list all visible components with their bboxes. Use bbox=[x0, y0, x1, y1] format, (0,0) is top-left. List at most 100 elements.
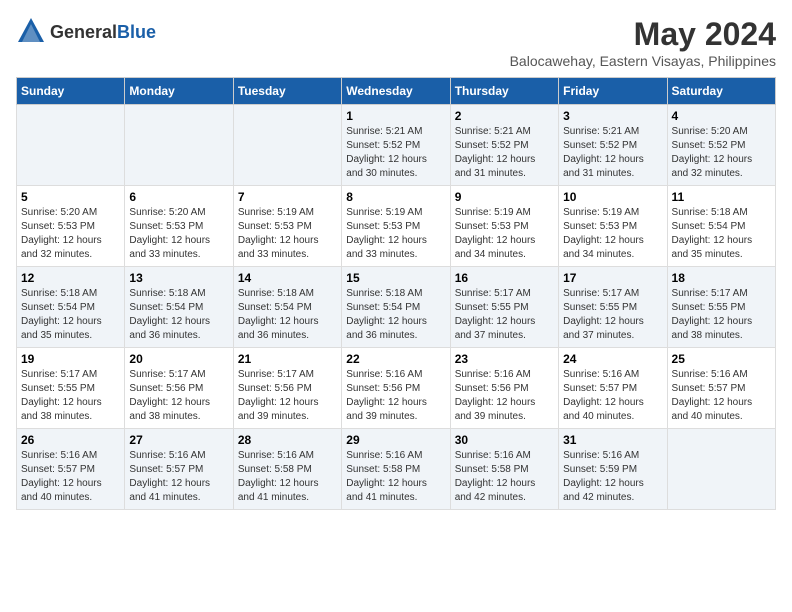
day-cell: 5 Sunrise: 5:20 AMSunset: 5:53 PMDaylight… bbox=[17, 186, 125, 267]
day-cell: 14 Sunrise: 5:18 AMSunset: 5:54 PMDayligh… bbox=[233, 267, 341, 348]
day-cell: 2 Sunrise: 5:21 AMSunset: 5:52 PMDaylight… bbox=[450, 105, 558, 186]
day-number: 31 bbox=[563, 433, 662, 447]
day-number: 16 bbox=[455, 271, 554, 285]
col-header-sunday: Sunday bbox=[17, 78, 125, 105]
day-number: 26 bbox=[21, 433, 120, 447]
day-cell: 17Sunrise: 5:17 AMSunset: 5:55 PMDayligh… bbox=[559, 267, 667, 348]
day-number: 30 bbox=[455, 433, 554, 447]
day-cell: 6Sunrise: 5:20 AMSunset: 5:53 PMDaylight… bbox=[125, 186, 233, 267]
day-number: 9 bbox=[455, 190, 554, 204]
day-number: 23 bbox=[455, 352, 554, 366]
day-info: Sunrise: 5:21 AMSunset: 5:52 PMDaylight:… bbox=[346, 126, 427, 179]
day-cell: 25 Sunrise: 5:16 AMSunset: 5:57 PMDayligh… bbox=[667, 348, 775, 429]
day-cell: 31 Sunrise: 5:16 AMSunset: 5:59 PMDayligh… bbox=[559, 429, 667, 510]
day-cell bbox=[17, 105, 125, 186]
day-cell: 28 Sunrise: 5:16 AMSunset: 5:58 PMDayligh… bbox=[233, 429, 341, 510]
subtitle: Balocawehay, Eastern Visayas, Philippine… bbox=[510, 53, 776, 69]
day-info: Sunrise: 5:19 AMSunset: 5:53 PMDaylight:… bbox=[455, 207, 536, 260]
day-info: Sunrise: 5:18 AMSunset: 5:54 PMDaylight:… bbox=[346, 288, 427, 341]
week-row-4: 19Sunrise: 5:17 AMSunset: 5:55 PMDayligh… bbox=[17, 348, 776, 429]
day-cell bbox=[125, 105, 233, 186]
header-row: SundayMondayTuesdayWednesdayThursdayFrid… bbox=[17, 78, 776, 105]
col-header-saturday: Saturday bbox=[667, 78, 775, 105]
day-cell: 12 Sunrise: 5:18 AMSunset: 5:54 PMDayligh… bbox=[17, 267, 125, 348]
day-cell: 23 Sunrise: 5:16 AMSunset: 5:56 PMDayligh… bbox=[450, 348, 558, 429]
day-cell: 11 Sunrise: 5:18 AMSunset: 5:54 PMDayligh… bbox=[667, 186, 775, 267]
day-info: Sunrise: 5:16 AMSunset: 5:57 PMDaylight:… bbox=[129, 450, 210, 503]
day-info: Sunrise: 5:21 AMSunset: 5:52 PMDaylight:… bbox=[563, 126, 644, 179]
col-header-friday: Friday bbox=[559, 78, 667, 105]
day-info: Sunrise: 5:19 AMSunset: 5:53 PMDaylight:… bbox=[238, 207, 319, 260]
day-info: Sunrise: 5:16 AMSunset: 5:57 PMDaylight:… bbox=[21, 450, 102, 503]
day-info: Sunrise: 5:16 AMSunset: 5:56 PMDaylight:… bbox=[346, 369, 427, 422]
day-number: 14 bbox=[238, 271, 337, 285]
logo: GeneralBlue bbox=[16, 16, 156, 49]
col-header-tuesday: Tuesday bbox=[233, 78, 341, 105]
day-info: Sunrise: 5:17 AMSunset: 5:56 PMDaylight:… bbox=[129, 369, 210, 422]
day-number: 20 bbox=[129, 352, 228, 366]
calendar-table: SundayMondayTuesdayWednesdayThursdayFrid… bbox=[16, 77, 776, 510]
day-number: 2 bbox=[455, 109, 554, 123]
day-info: Sunrise: 5:16 AMSunset: 5:58 PMDaylight:… bbox=[238, 450, 319, 503]
day-cell bbox=[233, 105, 341, 186]
day-number: 12 bbox=[21, 271, 120, 285]
title-block: May 2024 Balocawehay, Eastern Visayas, P… bbox=[510, 16, 776, 69]
day-cell bbox=[667, 429, 775, 510]
day-cell: 9 Sunrise: 5:19 AMSunset: 5:53 PMDaylight… bbox=[450, 186, 558, 267]
logo-general: General bbox=[50, 22, 117, 42]
day-info: Sunrise: 5:17 AMSunset: 5:55 PMDaylight:… bbox=[563, 288, 644, 341]
day-info: Sunrise: 5:20 AMSunset: 5:53 PMDaylight:… bbox=[21, 207, 102, 260]
day-cell: 7 Sunrise: 5:19 AMSunset: 5:53 PMDaylight… bbox=[233, 186, 341, 267]
day-number: 10 bbox=[563, 190, 662, 204]
col-header-wednesday: Wednesday bbox=[342, 78, 450, 105]
col-header-monday: Monday bbox=[125, 78, 233, 105]
day-info: Sunrise: 5:18 AMSunset: 5:54 PMDaylight:… bbox=[129, 288, 210, 341]
day-info: Sunrise: 5:16 AMSunset: 5:56 PMDaylight:… bbox=[455, 369, 536, 422]
day-number: 22 bbox=[346, 352, 445, 366]
day-info: Sunrise: 5:17 AMSunset: 5:55 PMDaylight:… bbox=[21, 369, 102, 422]
day-info: Sunrise: 5:20 AMSunset: 5:53 PMDaylight:… bbox=[129, 207, 210, 260]
day-info: Sunrise: 5:21 AMSunset: 5:52 PMDaylight:… bbox=[455, 126, 536, 179]
day-info: Sunrise: 5:18 AMSunset: 5:54 PMDaylight:… bbox=[21, 288, 102, 341]
day-number: 13 bbox=[129, 271, 228, 285]
day-info: Sunrise: 5:18 AMSunset: 5:54 PMDaylight:… bbox=[672, 207, 753, 260]
day-cell: 30Sunrise: 5:16 AMSunset: 5:58 PMDayligh… bbox=[450, 429, 558, 510]
day-number: 4 bbox=[672, 109, 771, 123]
day-cell: 3 Sunrise: 5:21 AMSunset: 5:52 PMDaylight… bbox=[559, 105, 667, 186]
day-number: 5 bbox=[21, 190, 120, 204]
day-cell: 16 Sunrise: 5:17 AMSunset: 5:55 PMDayligh… bbox=[450, 267, 558, 348]
day-cell: 13 Sunrise: 5:18 AMSunset: 5:54 PMDayligh… bbox=[125, 267, 233, 348]
day-number: 27 bbox=[129, 433, 228, 447]
day-cell: 29Sunrise: 5:16 AMSunset: 5:58 PMDayligh… bbox=[342, 429, 450, 510]
day-cell: 19Sunrise: 5:17 AMSunset: 5:55 PMDayligh… bbox=[17, 348, 125, 429]
week-row-3: 12 Sunrise: 5:18 AMSunset: 5:54 PMDayligh… bbox=[17, 267, 776, 348]
day-number: 18 bbox=[672, 271, 771, 285]
day-cell: 20 Sunrise: 5:17 AMSunset: 5:56 PMDayligh… bbox=[125, 348, 233, 429]
week-row-1: 1Sunrise: 5:21 AMSunset: 5:52 PMDaylight… bbox=[17, 105, 776, 186]
day-info: Sunrise: 5:17 AMSunset: 5:55 PMDaylight:… bbox=[455, 288, 536, 341]
day-cell: 27 Sunrise: 5:16 AMSunset: 5:57 PMDayligh… bbox=[125, 429, 233, 510]
day-number: 3 bbox=[563, 109, 662, 123]
day-info: Sunrise: 5:18 AMSunset: 5:54 PMDaylight:… bbox=[238, 288, 319, 341]
day-info: Sunrise: 5:16 AMSunset: 5:57 PMDaylight:… bbox=[563, 369, 644, 422]
day-cell: 22 Sunrise: 5:16 AMSunset: 5:56 PMDayligh… bbox=[342, 348, 450, 429]
day-info: Sunrise: 5:16 AMSunset: 5:57 PMDaylight:… bbox=[672, 369, 753, 422]
day-cell: 4 Sunrise: 5:20 AMSunset: 5:52 PMDaylight… bbox=[667, 105, 775, 186]
day-number: 25 bbox=[672, 352, 771, 366]
week-row-5: 26 Sunrise: 5:16 AMSunset: 5:57 PMDayligh… bbox=[17, 429, 776, 510]
day-number: 15 bbox=[346, 271, 445, 285]
day-info: Sunrise: 5:16 AMSunset: 5:59 PMDaylight:… bbox=[563, 450, 644, 503]
day-number: 7 bbox=[238, 190, 337, 204]
col-header-thursday: Thursday bbox=[450, 78, 558, 105]
day-number: 28 bbox=[238, 433, 337, 447]
day-number: 11 bbox=[672, 190, 771, 204]
logo-icon bbox=[16, 16, 46, 49]
day-number: 8 bbox=[346, 190, 445, 204]
day-info: Sunrise: 5:20 AMSunset: 5:52 PMDaylight:… bbox=[672, 126, 753, 179]
main-title: May 2024 bbox=[510, 16, 776, 53]
week-row-2: 5 Sunrise: 5:20 AMSunset: 5:53 PMDaylight… bbox=[17, 186, 776, 267]
day-cell: 8 Sunrise: 5:19 AMSunset: 5:53 PMDaylight… bbox=[342, 186, 450, 267]
day-number: 29 bbox=[346, 433, 445, 447]
day-cell: 10Sunrise: 5:19 AMSunset: 5:53 PMDayligh… bbox=[559, 186, 667, 267]
day-info: Sunrise: 5:19 AMSunset: 5:53 PMDaylight:… bbox=[346, 207, 427, 260]
